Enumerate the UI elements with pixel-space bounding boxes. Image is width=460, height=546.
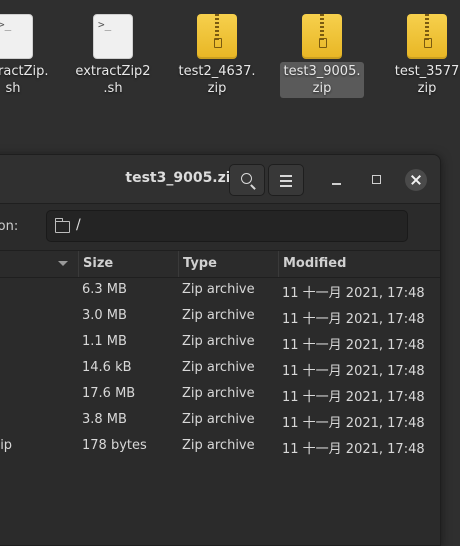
file-type: Zip archive xyxy=(182,412,255,427)
file-size: 3.8 MB xyxy=(82,412,127,427)
file-name: n.zip xyxy=(0,438,13,453)
file-size: 17.6 MB xyxy=(82,386,136,401)
zip-archive-icon xyxy=(407,14,447,59)
file-modified: 11 十一月 2021, 17:48 xyxy=(282,286,425,301)
file-size: 6.3 MB xyxy=(82,282,127,297)
file-modified: 11 十一月 2021, 17:48 xyxy=(282,416,425,431)
table-row[interactable]: n.zip 178 bytes Zip archive 11 十一月 2021,… xyxy=(0,434,440,460)
menu-button[interactable] xyxy=(268,164,304,196)
file-size: 3.0 MB xyxy=(82,308,127,323)
table-row[interactable]: 6.3 MB Zip archive 11 十一月 2021, 17:48 xyxy=(0,278,440,304)
desktop-icon-label: test_3577 zip xyxy=(394,64,460,96)
minimize-button[interactable] xyxy=(326,169,348,191)
zip-archive-icon xyxy=(197,14,237,59)
location-path: / xyxy=(76,217,81,233)
search-button[interactable] xyxy=(229,164,265,196)
file-type: Zip archive xyxy=(182,334,255,349)
table-row[interactable]: 14.6 kB Zip archive 11 十一月 2021, 17:48 xyxy=(0,356,440,382)
table-row[interactable]: 17.6 MB Zip archive 11 十一月 2021, 17:48 xyxy=(0,382,440,408)
title-bar[interactable]: test3_9005.zip xyxy=(0,155,440,204)
file-modified: 11 十一月 2021, 17:48 xyxy=(282,390,425,405)
column-header-type[interactable]: Type xyxy=(178,251,278,277)
column-header-size[interactable]: Size xyxy=(78,251,178,277)
close-button[interactable] xyxy=(405,169,427,191)
table-row[interactable]: 3.8 MB Zip archive 11 十一月 2021, 17:48 xyxy=(0,408,440,434)
file-type: Zip archive xyxy=(182,308,255,323)
file-type: Zip archive xyxy=(182,438,255,453)
shell-script-icon: >_ xyxy=(0,14,33,59)
desktop-icon-label: extractZip2 .sh xyxy=(75,64,151,96)
file-type: Zip archive xyxy=(182,360,255,375)
zip-archive-icon xyxy=(302,14,342,59)
shell-script-icon: >_ xyxy=(93,14,133,59)
file-modified: 11 十一月 2021, 17:48 xyxy=(282,364,425,379)
table-row[interactable]: 1.1 MB Zip archive 11 十一月 2021, 17:48 xyxy=(0,330,440,356)
file-list: 6.3 MB Zip archive 11 十一月 2021, 17:48 3.… xyxy=(0,278,440,460)
sort-descending-icon xyxy=(58,261,68,266)
file-size: 178 bytes xyxy=(82,438,147,453)
archive-manager-window: test3_9005.zip ation: / Size Type Modifi… xyxy=(0,154,441,546)
column-header-modified[interactable]: Modified xyxy=(278,251,440,277)
location-label: ation: xyxy=(0,219,19,234)
file-modified: 11 十一月 2021, 17:48 xyxy=(282,338,425,353)
location-field[interactable]: / xyxy=(46,210,408,242)
search-icon xyxy=(241,173,252,184)
desktop-icon-label: extractZip. sh xyxy=(0,64,49,96)
desktop-icon-label: test3_9005. zip xyxy=(280,62,364,98)
folder-icon xyxy=(55,218,70,233)
file-type: Zip archive xyxy=(182,282,255,297)
location-bar: ation: / xyxy=(0,204,440,251)
file-modified: 11 十一月 2021, 17:48 xyxy=(282,442,425,457)
maximize-button[interactable] xyxy=(366,169,388,191)
desktop-icon-label: test2_4637. zip xyxy=(178,64,256,96)
file-modified: 11 十一月 2021, 17:48 xyxy=(282,312,425,327)
window-title: test3_9005.zip xyxy=(125,170,241,186)
file-size: 14.6 kB xyxy=(82,360,132,375)
file-type: Zip archive xyxy=(182,386,255,401)
table-row[interactable]: 3.0 MB Zip archive 11 十一月 2021, 17:48 xyxy=(0,304,440,330)
file-size: 1.1 MB xyxy=(82,334,127,349)
